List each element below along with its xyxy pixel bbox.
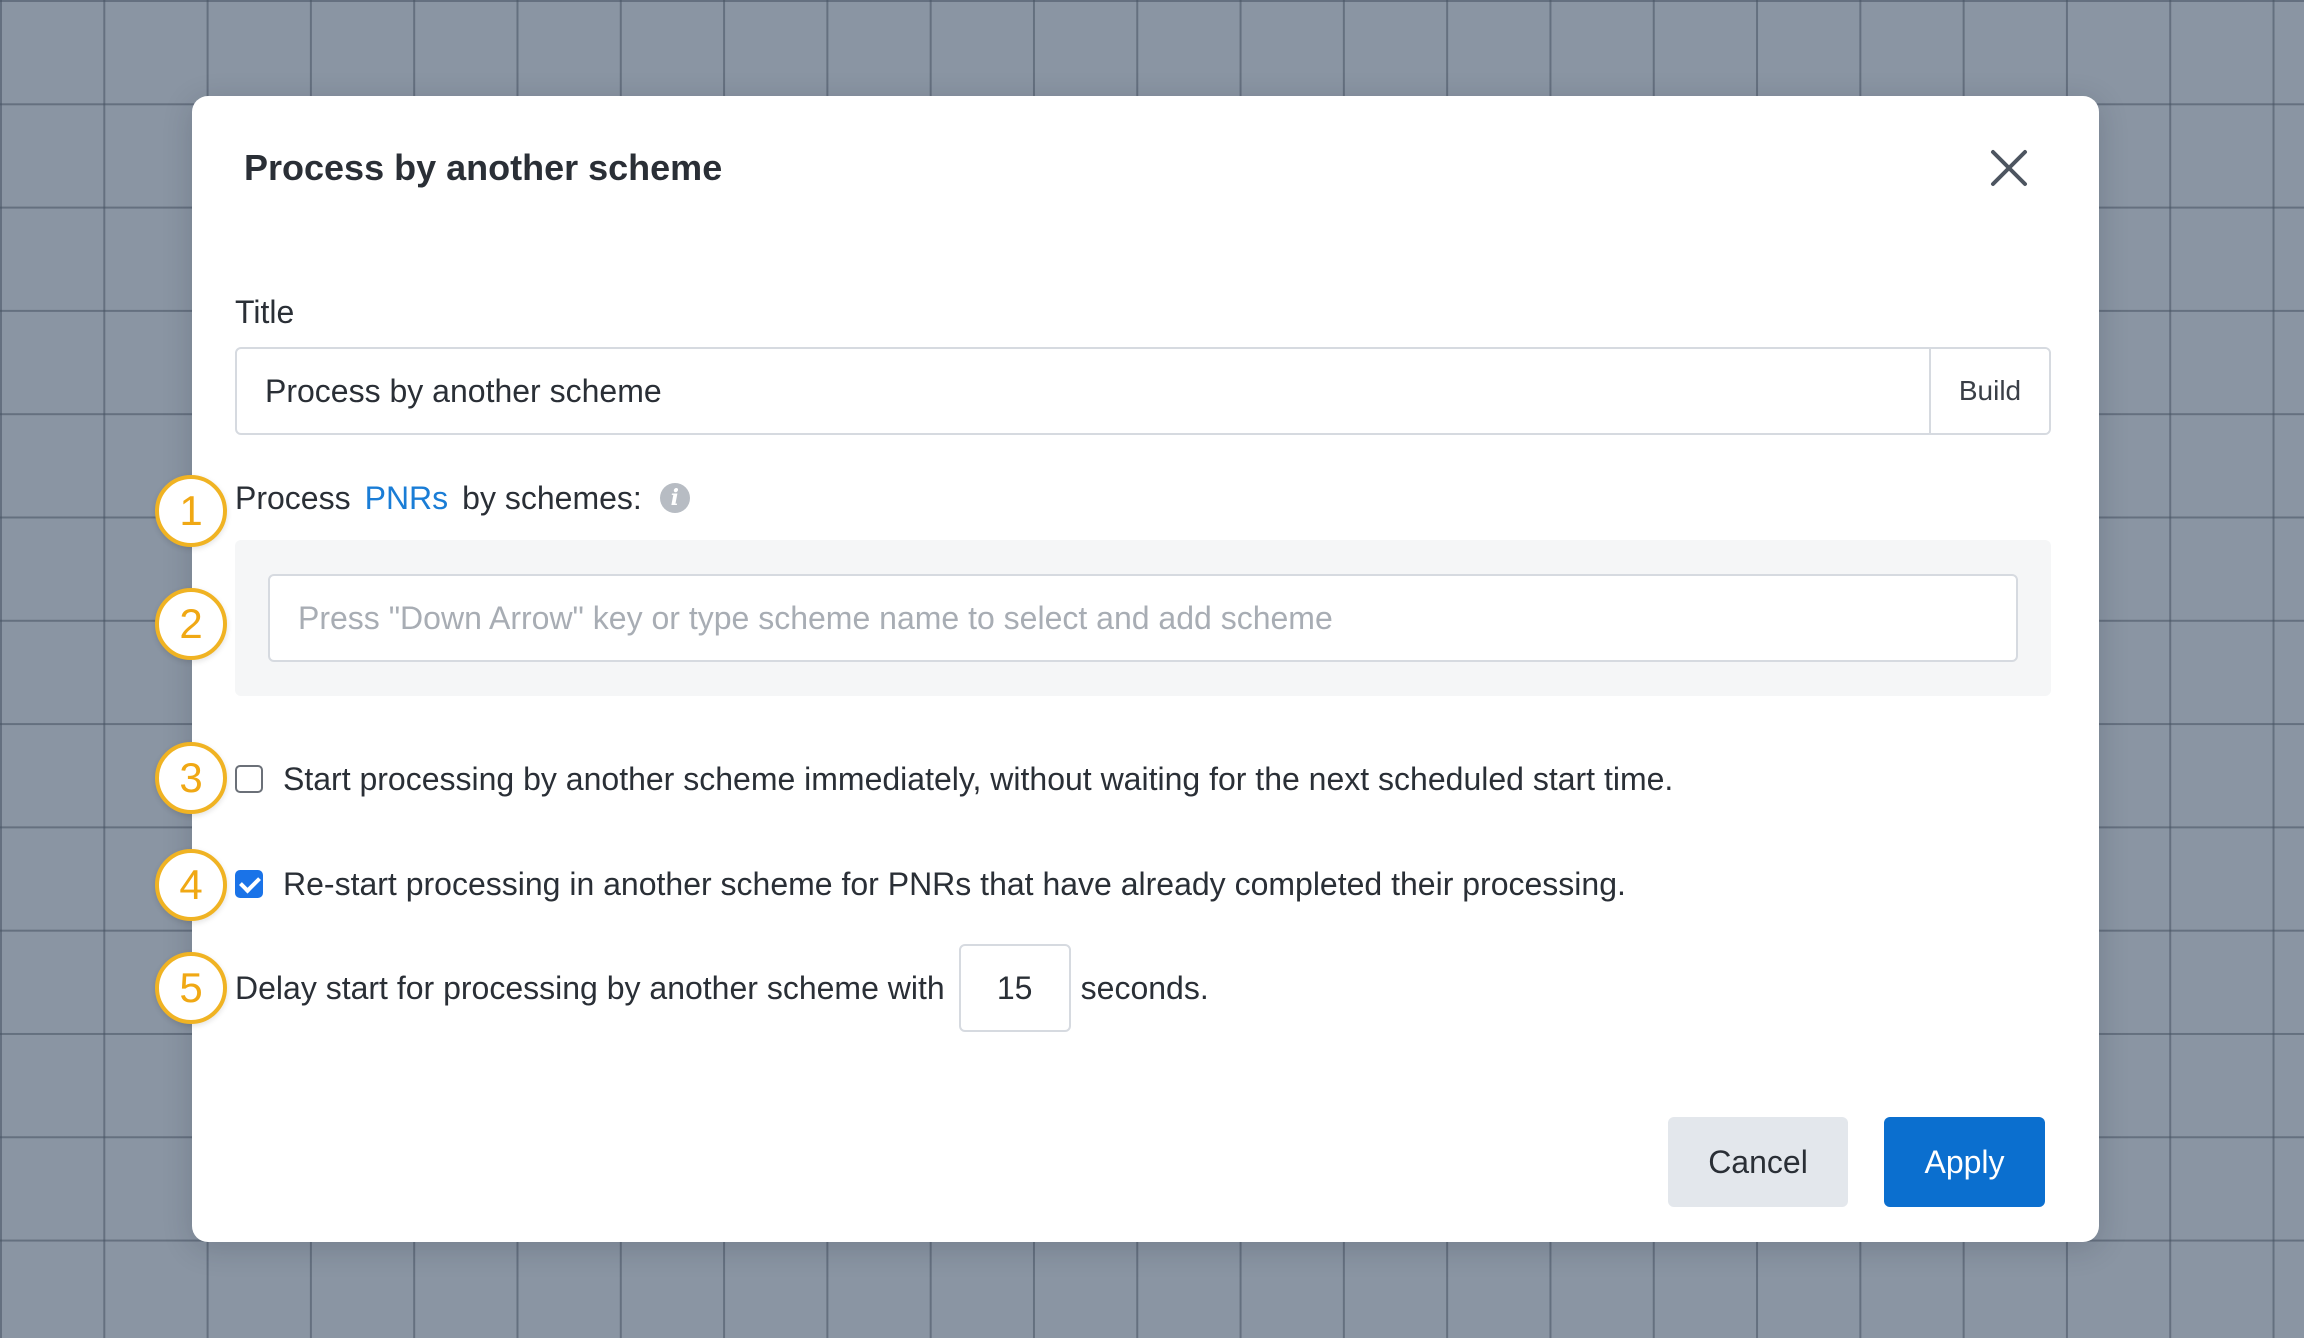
schemes-label-row: Process PNRs by schemes: i (235, 478, 690, 518)
close-icon (1991, 150, 2027, 186)
dialog-title: Process by another scheme (244, 147, 723, 188)
delay-seconds-input[interactable] (958, 944, 1071, 1032)
callout-badge: 1 (155, 475, 227, 547)
callout-badge: 5 (155, 952, 227, 1024)
apply-button[interactable]: Apply (1884, 1117, 2045, 1207)
title-field-label: Title (235, 294, 295, 330)
restart-completed-option: Re-start processing in another scheme fo… (235, 864, 1626, 904)
close-button[interactable] (1987, 146, 2031, 190)
restart-completed-checkbox[interactable] (235, 870, 263, 898)
cancel-button[interactable]: Cancel (1668, 1117, 1848, 1207)
build-button[interactable]: Build (1929, 349, 2049, 433)
scheme-search-input[interactable] (268, 574, 2018, 662)
title-input[interactable] (237, 349, 1929, 433)
delay-suffix: seconds. (1080, 970, 1209, 1006)
info-icon[interactable]: i (659, 483, 690, 513)
delay-prefix: Delay start for processing by another sc… (235, 970, 945, 1006)
restart-completed-label: Re-start processing in another scheme fo… (283, 866, 1626, 902)
pnrs-link[interactable]: PNRs (365, 478, 449, 518)
callout-badge: 4 (155, 849, 227, 921)
delay-row: Delay start for processing by another sc… (235, 944, 1209, 1032)
start-immediately-label: Start processing by another scheme immed… (283, 761, 1674, 797)
title-input-group: Build (235, 347, 2051, 435)
callout-badge: 2 (155, 588, 227, 660)
process-by-scheme-dialog: Process by another scheme Title Build Pr… (192, 96, 2099, 1242)
callout-badge: 3 (155, 742, 227, 814)
schemes-panel (235, 540, 2051, 696)
start-immediately-option: Start processing by another scheme immed… (235, 759, 1673, 799)
schemes-label-suffix: by schemes: (462, 480, 642, 516)
start-immediately-checkbox[interactable] (235, 765, 263, 793)
schemes-label-prefix: Process (235, 480, 351, 516)
